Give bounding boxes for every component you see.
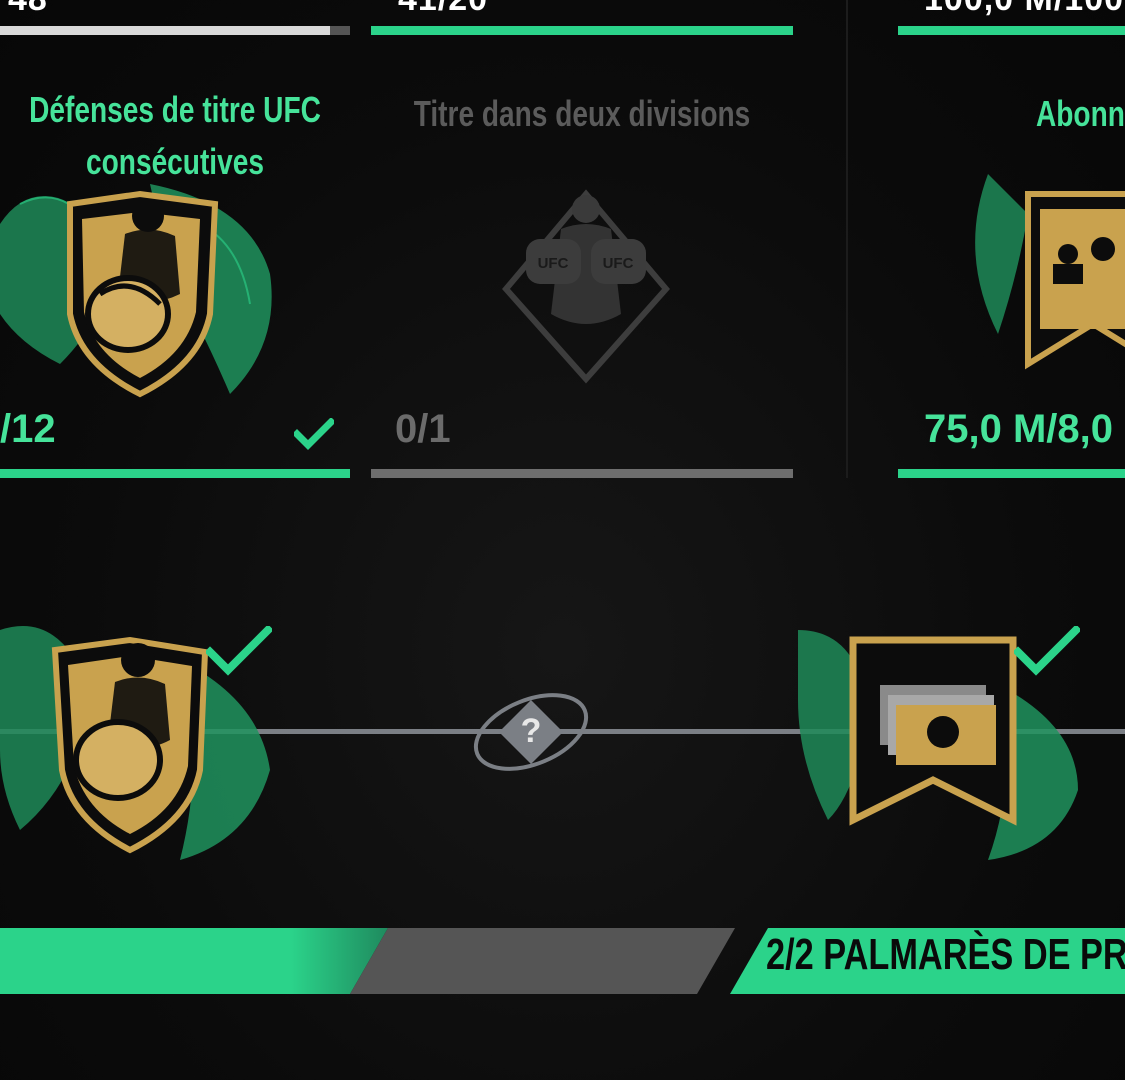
top-right-value: 100,0 M/100 [924,0,1124,19]
top-right-progress-bar [898,26,1125,35]
svg-text:UFC: UFC [538,255,569,272]
achievement-card-subscribers[interactable]: Abonn 75,0 M/8,0 M [898,44,1125,468]
mystery-label: ? [520,712,542,750]
fighter-shield-icon [0,184,272,398]
top-left-progress-track [330,26,350,35]
card-progress-value: 0/1 [395,407,451,451]
milestone-reward-fighter-shield[interactable] [0,610,290,870]
milestone-reward-cash-banner[interactable] [798,620,1088,870]
top-left-progress-fill [0,26,330,35]
card-title: Titre dans deux divisions [413,93,751,134]
card-2-progress-bar [371,469,793,478]
checkmark-icon [206,626,272,676]
card-title: Abonn [1036,93,1125,134]
card-progress-value: 75,0 M/8,0 M [924,407,1125,451]
card-progress-value: /12 [0,407,56,451]
fans-banner-icon [975,174,1125,370]
svg-text:UFC: UFC [603,255,634,272]
top-left-value: 48 [8,0,48,19]
card-3-progress-bar [898,469,1125,478]
checkmark-icon [1014,626,1080,676]
two-belts-locked-icon: UFC UFC [502,189,670,384]
checkmark-icon [294,418,334,450]
achievement-card-title-defenses[interactable]: Défenses de titre UFC consécutives /12 [0,44,350,468]
milestone-mystery-reward[interactable]: ? [468,682,594,782]
category-progress-label: 2/2 PALMARÈS DE PR [766,930,1125,979]
card-1-progress-bar [0,469,350,478]
column-divider [846,0,848,478]
top-middle-value: 41/20 [398,0,488,19]
achievement-card-two-division-title[interactable]: Titre dans deux divisions UFC UFC 0/1 [371,44,793,468]
top-middle-progress-bar [371,26,793,35]
